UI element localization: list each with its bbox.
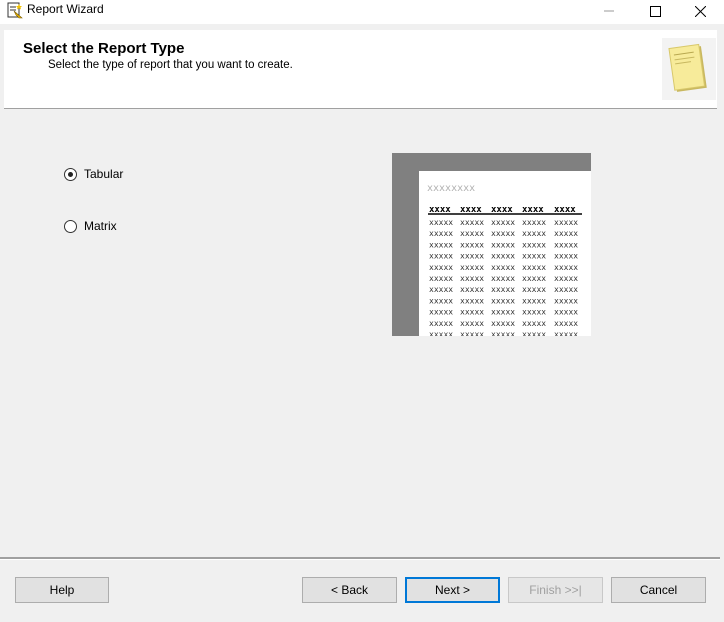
matrix-radio[interactable]: [64, 219, 77, 233]
page-title: Select the Report Type: [23, 40, 185, 57]
preview-cell: xxxxx: [429, 240, 453, 249]
help-button[interactable]: Help: [15, 577, 109, 603]
preview-cell: xxxxx: [491, 252, 515, 261]
preview-cell: xxxxx: [522, 252, 546, 261]
preview-cell: xxxxx: [522, 240, 546, 249]
preview-cell: xxxxx: [491, 274, 515, 283]
preview-cell: xxxxx: [491, 263, 515, 272]
preview-cell: xxxxx: [460, 296, 484, 305]
preview-cell: xxxxx: [554, 229, 578, 238]
window-title: Report Wizard: [27, 2, 104, 16]
preview-cell: xxxxx: [429, 229, 453, 238]
close-button[interactable]: [677, 0, 723, 22]
preview-cell: xxxxx: [522, 319, 546, 328]
preview-cell: xxxxx: [522, 296, 546, 305]
cancel-button[interactable]: Cancel: [611, 577, 706, 603]
preview-cell: xxxxx: [491, 285, 515, 294]
title-bar: Report Wizard: [0, 0, 724, 24]
preview-title-placeholder: xxxxxxxx: [427, 183, 475, 194]
tabular-label: Tabular: [84, 167, 124, 181]
preview-cell: xxxxx: [460, 319, 484, 328]
preview-cell: xxxxx: [522, 218, 546, 227]
preview-cell: xxxxx: [554, 296, 578, 305]
preview-cell: xxxxx: [460, 218, 484, 227]
preview-cell: xxxxx: [460, 263, 484, 272]
preview-cell: xxxxx: [522, 274, 546, 283]
report-preview: xxxxxxxx xxxx x xxx xx xx xxx x xxxx xxxxx xxxxx…: [392, 153, 591, 336]
report-page-icon: [662, 38, 716, 100]
maximize-icon: [649, 5, 661, 17]
minimize-button[interactable]: [586, 0, 632, 22]
report-wizard-icon: [7, 2, 23, 19]
back-button[interactable]: < Back: [302, 577, 397, 603]
preview-cell: xxxxx: [491, 218, 515, 227]
wizard-header: Select the Report Type Select the type o…: [4, 30, 717, 109]
preview-cell: xxxxx: [554, 263, 578, 272]
preview-cell: xxxxx: [491, 330, 515, 336]
matrix-label: Matrix: [84, 219, 117, 233]
option-tabular[interactable]: Tabular: [64, 167, 123, 181]
preview-cell: xxxxx: [460, 308, 484, 317]
preview-cell: xxxxx: [460, 330, 484, 336]
minimize-icon: [604, 10, 614, 12]
preview-cell: xxxxx: [429, 252, 453, 261]
close-icon: [694, 5, 706, 17]
preview-cell: xxxxx: [429, 263, 453, 272]
preview-cell: xxxxx: [460, 252, 484, 261]
preview-cell: xxxxx: [554, 308, 578, 317]
preview-cell: xxxxx: [460, 274, 484, 283]
option-matrix[interactable]: Matrix: [64, 219, 117, 233]
preview-cell: xxxxx: [491, 319, 515, 328]
preview-cell: xxxxx: [554, 330, 578, 336]
preview-cell: xxxxx: [491, 308, 515, 317]
preview-cell: xxxxx: [554, 218, 578, 227]
page-subtitle: Select the type of report that you want …: [48, 59, 293, 71]
footer-separator: [0, 557, 720, 560]
preview-cell: xxxxx: [554, 240, 578, 249]
preview-cell: xxxxx: [522, 308, 546, 317]
preview-cell: xxxxx: [491, 229, 515, 238]
preview-cell: xxxxx: [522, 330, 546, 336]
preview-cell: xxxxx: [554, 285, 578, 294]
tabular-radio[interactable]: [64, 167, 77, 181]
preview-cell: xxxxx: [429, 308, 453, 317]
preview-cell: xxxxx: [554, 319, 578, 328]
preview-cell: xxxxx: [491, 296, 515, 305]
next-button[interactable]: Next >: [405, 577, 500, 603]
preview-cell: xxxxx: [554, 274, 578, 283]
preview-cell: xxxxx: [522, 263, 546, 272]
preview-cell: xxxxx: [522, 229, 546, 238]
finish-button[interactable]: Finish >>|: [508, 577, 603, 603]
preview-cell: xxxxx: [460, 229, 484, 238]
maximize-button[interactable]: [632, 0, 678, 22]
preview-cell: xxxxx: [429, 319, 453, 328]
preview-cell: xxxxx: [491, 240, 515, 249]
preview-cell: xxxxx: [429, 285, 453, 294]
preview-cell: xxxxx: [460, 240, 484, 249]
preview-cell: xxxxx: [460, 285, 484, 294]
preview-cell: xxxxx: [522, 285, 546, 294]
preview-cell: xxxxx: [429, 218, 453, 227]
preview-cell: xxxxx: [429, 330, 453, 336]
preview-cell: xxxxx: [429, 274, 453, 283]
preview-cell: xxxxx: [554, 252, 578, 261]
preview-cell: xxxxx: [429, 296, 453, 305]
